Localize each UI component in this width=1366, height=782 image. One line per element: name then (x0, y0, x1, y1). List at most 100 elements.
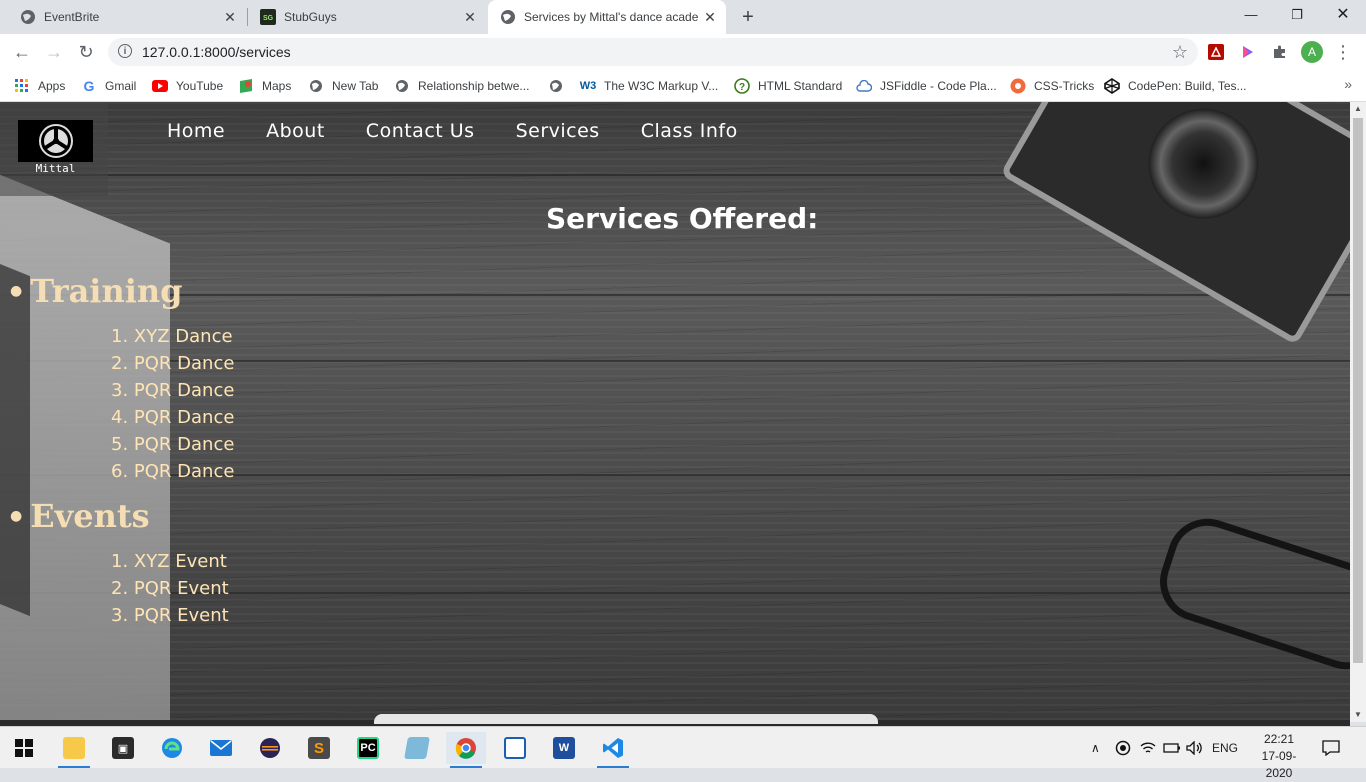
system-clock[interactable]: 22:21 17-09-2020 (1249, 731, 1309, 782)
taskbar-vscode[interactable] (593, 732, 633, 768)
list-item: 3. PQR Event (111, 605, 229, 626)
volume-icon[interactable] (1186, 727, 1204, 769)
site-logo[interactable] (18, 120, 93, 162)
window-app-icon (504, 737, 526, 759)
site-info-icon[interactable]: i (118, 44, 132, 58)
notification-icon[interactable] (1322, 727, 1340, 769)
nav-contact-us[interactable]: Contact Us (366, 120, 475, 144)
close-icon[interactable]: ✕ (702, 9, 718, 25)
reload-button[interactable]: ↻ (74, 40, 98, 64)
bookmark-youtube[interactable]: YouTube (152, 76, 223, 96)
wood-plank-line (0, 294, 1350, 296)
scroll-down-arrow-icon[interactable]: ▼ (1350, 708, 1366, 722)
bookmark-label: Relationship betwe... (418, 79, 530, 93)
start-button[interactable] (4, 732, 44, 764)
tab-eventbrite[interactable]: EventBrite ✕ (0, 0, 246, 34)
globe-icon (548, 78, 564, 94)
more-bookmarks-icon[interactable]: » (1344, 76, 1352, 92)
globe-icon (394, 78, 410, 94)
nav-services[interactable]: Services (516, 120, 600, 144)
cloud-icon (856, 78, 872, 94)
nav-class-info[interactable]: Class Info (641, 120, 738, 144)
site-nav: Home About Contact Us Services Class Inf… (167, 120, 779, 144)
forward-button[interactable]: → (42, 40, 66, 64)
page-scrollbar[interactable]: ▲ ▼ (1350, 102, 1366, 722)
taskbar-edge[interactable] (152, 732, 192, 764)
bookmark-css-tricks[interactable]: CSS-Tricks (1010, 76, 1094, 96)
bookmark-maps[interactable]: Maps (238, 76, 291, 96)
globe-icon (20, 9, 36, 25)
bookmark-codepen[interactable]: CodePen: Build, Tes... (1104, 76, 1247, 96)
bookmark-label: New Tab (332, 79, 379, 93)
bookmark-label: Maps (262, 79, 292, 93)
tab-title: StubGuys (284, 10, 337, 24)
bookmarks-bar: Apps G Gmail YouTube Maps New Tab Relati… (0, 70, 1366, 102)
mail-icon (210, 740, 232, 756)
battery-icon[interactable] (1163, 727, 1181, 769)
taskbar-sublime[interactable]: S (299, 732, 339, 764)
close-icon[interactable]: ✕ (222, 9, 238, 25)
scroll-thumb[interactable] (1353, 118, 1363, 663)
taskbar-word[interactable]: W (544, 732, 584, 764)
address-url: 127.0.0.1:8000/services (142, 44, 291, 60)
record-icon[interactable] (1115, 727, 1131, 769)
close-icon[interactable]: ✕ (462, 9, 478, 25)
bookmark-star-icon[interactable]: ☆ (1172, 40, 1188, 64)
scroll-up-arrow-icon[interactable]: ▲ (1350, 102, 1366, 116)
pdf-extension-icon[interactable] (1206, 42, 1226, 62)
bookmark-w3c[interactable]: W3 The W3C Markup V... (580, 76, 719, 96)
nav-about[interactable]: About (266, 120, 325, 144)
bookmark-new-tab[interactable]: New Tab (308, 76, 378, 96)
bookmark-unnamed[interactable] (548, 76, 572, 96)
language-indicator[interactable]: ENG (1212, 727, 1238, 769)
bookmark-relationship[interactable]: Relationship betwe... (394, 76, 529, 96)
tab-title: EventBrite (44, 10, 100, 24)
bottom-pill-decoration (374, 714, 878, 724)
mittal-logo-icon (38, 124, 73, 158)
taskbar-pycharm[interactable]: PC (348, 732, 388, 764)
eclipse-icon (260, 738, 280, 758)
taskbar-file-explorer[interactable] (54, 732, 94, 768)
bookmark-label: The W3C Markup V... (604, 79, 719, 93)
bookmark-html-standard[interactable]: ? HTML Standard (734, 76, 842, 96)
show-hidden-icons[interactable]: ∧ (1091, 727, 1100, 769)
maximize-button[interactable]: ❐ (1274, 0, 1320, 30)
nav-home[interactable]: Home (167, 120, 225, 144)
list-item: 4. PQR Dance (111, 407, 235, 428)
list-item: 3. PQR Dance (111, 380, 235, 401)
taskbar-chrome[interactable] (446, 732, 486, 768)
new-tab-button[interactable]: + (738, 5, 758, 29)
page-viewport: Mittal Home About Contact Us Services Cl… (0, 102, 1350, 722)
list-item: 2. PQR Event (111, 578, 229, 599)
taskbar-eclipse[interactable] (250, 732, 290, 764)
bookmark-label: CodePen: Build, Tes... (1128, 79, 1247, 93)
browser-menu-icon[interactable]: ⋮ (1334, 40, 1352, 64)
address-bar[interactable]: i 127.0.0.1:8000/services ☆ (108, 38, 1198, 66)
training-list: 1. XYZ Dance 2. PQR Dance 3. PQR Dance 4… (111, 323, 234, 485)
colorful-extension-icon[interactable] (1238, 42, 1258, 62)
camera-decoration (999, 102, 1350, 346)
extensions-puzzle-icon[interactable] (1270, 42, 1290, 62)
tab-services-active[interactable]: Services by Mittal's dance acader ✕ (488, 0, 726, 34)
folder-icon (63, 737, 85, 759)
bookmark-jsfiddle[interactable]: JSFiddle - Code Pla... (856, 76, 997, 96)
minimize-button[interactable]: — (1228, 0, 1274, 30)
clock-date: 17-09-2020 (1261, 749, 1297, 780)
svg-text:?: ? (739, 82, 745, 93)
taskbar-notes[interactable] (397, 732, 437, 764)
taskbar-app-window[interactable] (495, 732, 535, 764)
bookmark-gmail[interactable]: G Gmail (81, 76, 137, 96)
sg-icon: SG (260, 9, 276, 25)
bookmark-apps[interactable]: Apps (14, 76, 65, 96)
wifi-icon[interactable] (1140, 727, 1156, 769)
apps-grid-icon (14, 78, 30, 94)
windows-logo-icon (15, 739, 33, 757)
profile-avatar[interactable]: A (1301, 41, 1323, 63)
tab-stubguys[interactable]: SG StubGuys ✕ (248, 0, 486, 34)
close-window-button[interactable]: ✕ (1320, 0, 1366, 30)
back-button[interactable]: ← (10, 40, 34, 64)
section-title-text: Events (30, 497, 150, 535)
taskbar-mail[interactable] (201, 732, 241, 764)
css-tricks-icon (1010, 78, 1026, 94)
taskbar-store[interactable]: ▣ (103, 732, 143, 764)
